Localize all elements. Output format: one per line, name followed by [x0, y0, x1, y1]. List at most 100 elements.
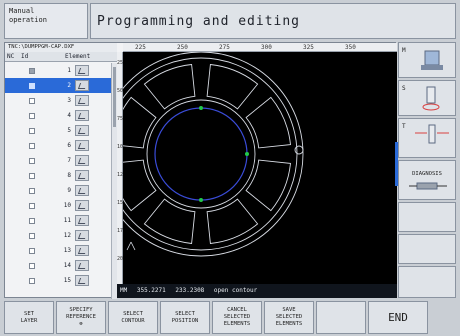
- softkey-2[interactable]: SELECT CONTOUR: [108, 301, 158, 334]
- tool-key[interactable]: T: [398, 118, 456, 158]
- spindle-icon: [422, 86, 440, 111]
- tool-icon: [415, 124, 449, 144]
- row-id: 12: [63, 232, 71, 239]
- softkey-label: ELEMENTS: [223, 321, 251, 327]
- softkey-0[interactable]: SET LAYER: [4, 301, 54, 334]
- end-softkey[interactable]: END: [368, 301, 428, 334]
- element-line-icon: [75, 245, 89, 256]
- element-line-icon: [75, 95, 89, 106]
- element-line-icon: [75, 125, 89, 136]
- table-row[interactable]: 11: [5, 213, 111, 228]
- row-id: 8: [67, 172, 71, 179]
- row-id: 10: [63, 202, 71, 209]
- softkey-4[interactable]: CANCEL SELECTED ELEMENTS: [212, 301, 262, 334]
- table-scrollbar-thumb[interactable]: [113, 67, 116, 127]
- blank-key-3[interactable]: [398, 266, 456, 298]
- table-row[interactable]: 3: [5, 93, 111, 108]
- element-table-header: NC Id Element: [5, 52, 117, 62]
- row-id: 3: [67, 97, 71, 104]
- status-bar: MM 355.2271 233.2308 open contour: [117, 284, 397, 298]
- outer-flange-inner-edge: [123, 57, 298, 251]
- row-id: 9: [67, 187, 71, 194]
- mode-line-1: Manual: [9, 7, 35, 15]
- row-id: 5: [67, 127, 71, 134]
- element-line-icon: [75, 155, 89, 166]
- element-line-icon: [75, 215, 89, 226]
- screen-title: Programming and editing: [97, 14, 301, 29]
- status-unit: MM: [120, 287, 128, 294]
- softkey-label: CONTOUR: [121, 317, 145, 324]
- pocket-contour[interactable]: [123, 96, 157, 149]
- ruler-tick-label: 325: [303, 44, 314, 51]
- blank-key-1[interactable]: [398, 202, 456, 232]
- table-row[interactable]: 1: [5, 63, 111, 78]
- table-row[interactable]: 2: [5, 78, 111, 93]
- softkey-label: CANCEL: [227, 307, 247, 313]
- table-row[interactable]: 8: [5, 168, 111, 183]
- row-id: 14: [63, 262, 71, 269]
- spindle-key-letter: S: [402, 85, 406, 92]
- pockets-group: [123, 64, 291, 244]
- table-row[interactable]: 5: [5, 123, 111, 138]
- spindle-key[interactable]: S: [398, 80, 456, 116]
- softkey-label: ⊕: [79, 321, 83, 327]
- ruler-tick-label: 275: [219, 44, 230, 51]
- row-id: 7: [67, 157, 71, 164]
- element-line-icon: [75, 275, 89, 286]
- marker-top: [199, 106, 203, 110]
- table-row[interactable]: 4: [5, 108, 111, 123]
- hub-ring: [146, 99, 256, 209]
- element-line-icon: [75, 170, 89, 181]
- row-id: 13: [63, 247, 71, 254]
- machine-key[interactable]: M: [398, 42, 456, 78]
- softkey-label: SPECIFY: [69, 307, 93, 313]
- softkey-label: POSITION: [171, 317, 199, 324]
- ruler-tick-label: 350: [345, 44, 356, 51]
- softkey-1[interactable]: SPECIFY REFERENCE ⊕: [56, 301, 106, 334]
- dxf-drawing[interactable]: [123, 52, 397, 284]
- contour-markers: [199, 106, 249, 202]
- status-x: 355.2271: [136, 287, 166, 294]
- blank-key-2[interactable]: [398, 234, 456, 264]
- column-element: Element: [65, 53, 91, 60]
- pocket-contour[interactable]: [123, 159, 157, 212]
- element-line-icon: [75, 140, 89, 151]
- marker-bottom: [199, 198, 203, 202]
- row-id: 15: [63, 277, 71, 284]
- machine-key-letter: M: [402, 47, 406, 54]
- element-line-icon: [75, 65, 89, 76]
- table-row[interactable]: 13: [5, 243, 111, 258]
- table-row[interactable]: 10: [5, 198, 111, 213]
- element-table[interactable]: 1 2 3 4 5 6 7 8 9 10 11 12 13 14 15: [5, 63, 111, 299]
- table-row[interactable]: 9: [5, 183, 111, 198]
- row-id: 6: [67, 142, 71, 149]
- table-row[interactable]: 14: [5, 258, 111, 273]
- softkey-label: SELECT: [123, 310, 143, 317]
- diagnosis-icon: [409, 182, 447, 190]
- table-row[interactable]: 7: [5, 153, 111, 168]
- row-id: 2: [67, 82, 71, 89]
- softkey-6[interactable]: [316, 301, 366, 334]
- element-line-icon: [75, 110, 89, 121]
- operating-mode-box: Manual operation: [4, 3, 88, 39]
- machine-icon: [421, 50, 443, 70]
- ruler-tick-label: 250: [177, 44, 188, 51]
- flange-hole: [294, 145, 304, 155]
- softkey-3[interactable]: SELECT POSITION: [160, 301, 210, 334]
- diagnosis-key[interactable]: DIAGNOSIS: [398, 160, 456, 200]
- selected-contour[interactable]: [154, 107, 248, 201]
- table-row[interactable]: 6: [5, 138, 111, 153]
- table-row[interactable]: 12: [5, 228, 111, 243]
- element-line-icon: [75, 185, 89, 196]
- table-row[interactable]: 15: [5, 273, 111, 288]
- softkey-label: LAYER: [20, 317, 38, 324]
- contour-canvas[interactable]: [123, 52, 397, 284]
- element-line-icon: [75, 80, 89, 91]
- ruler-tick-label: 300: [261, 44, 272, 51]
- row-id: 4: [67, 112, 71, 119]
- softkey-label: SET: [24, 310, 34, 317]
- mode-line-2: operation: [9, 16, 47, 24]
- element-line-icon: [75, 200, 89, 211]
- softkey-5[interactable]: SAVE SELECTED ELEMENTS: [264, 301, 314, 334]
- status-y: 233.2308: [175, 287, 205, 294]
